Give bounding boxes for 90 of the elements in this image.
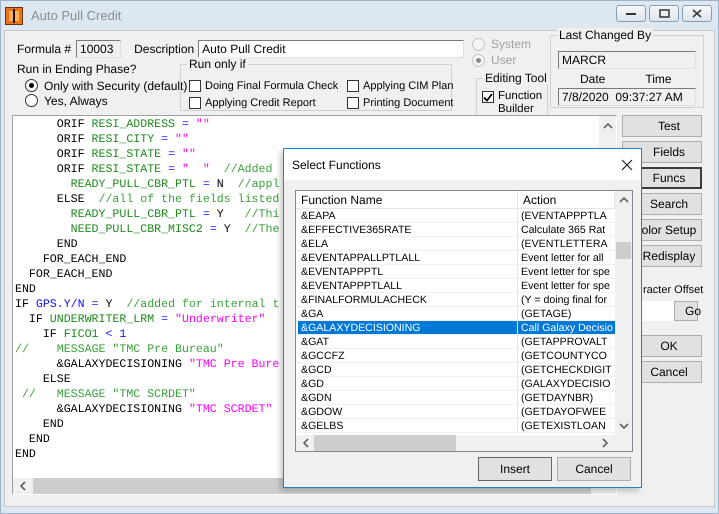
code-line: ORIF RESI_STATE = "" xyxy=(56,147,196,162)
time-label: Time xyxy=(645,72,672,86)
minimize-button[interactable] xyxy=(616,5,646,22)
list-row[interactable]: &GALAXYDECISIONING Call Galaxy Decisio xyxy=(298,321,615,335)
checkbox-label: Function Builder xyxy=(498,90,542,116)
checkbox[interactable] xyxy=(347,96,359,108)
list-row[interactable]: &EAPA (EVENTAPPPTLA xyxy=(298,209,615,223)
date-label: Date xyxy=(580,72,606,86)
side-button[interactable]: Test xyxy=(622,115,702,137)
code-line: ORIF RESI_CITY = "" xyxy=(56,132,189,147)
dialog-button[interactable]: Cancel xyxy=(557,457,631,481)
scroll-down-icon[interactable] xyxy=(618,422,628,430)
description-label: Description xyxy=(134,42,194,56)
radio-label: Yes, Always xyxy=(44,94,108,108)
list-row[interactable]: &EVENTAPPPTL Event letter for spe xyxy=(298,265,615,279)
code-line: &GALAXYDECISIONING "TMC SCRDET" xyxy=(56,402,272,417)
code-line: END xyxy=(56,237,78,252)
code-line: ELSE xyxy=(42,372,71,387)
code-line: IF GPS.Y/N = Y //added for internal t xyxy=(15,297,280,312)
code-line: FOR_EACH_END xyxy=(28,267,112,282)
scrollbar-thumb[interactable] xyxy=(616,242,631,259)
checkbox-label: Printing Document xyxy=(363,96,454,108)
checkbox-label: Applying CIM Plan xyxy=(363,80,454,92)
formula-label: Formula # xyxy=(17,42,72,56)
code-line: // MESSAGE "TMC SCRDET" xyxy=(20,387,196,402)
list-row[interactable]: &GCCFZ (GETCOUNTYCO xyxy=(298,349,615,363)
datetime-field[interactable]: 7/8/2020 09:37:27 AM xyxy=(558,88,696,106)
maximize-icon xyxy=(658,9,670,18)
scroll-right-icon[interactable] xyxy=(601,438,609,448)
app-icon xyxy=(5,6,23,24)
code-line: END xyxy=(42,417,64,432)
radio-label: Only with Security (default) xyxy=(44,78,188,92)
offset-label: racter Offset xyxy=(643,284,702,296)
radio-label: User xyxy=(491,53,516,67)
code-line: FOR_EACH_END xyxy=(42,252,126,267)
list-row[interactable]: &GAT (GETAPPROVALT xyxy=(298,335,615,349)
code-line: IF FICO1 < 1 xyxy=(42,327,126,342)
scroll-up-icon[interactable] xyxy=(602,122,612,130)
checkbox-label: Applying Credit Report xyxy=(205,96,316,108)
user-field[interactable]: MARCR xyxy=(558,51,696,69)
group-title: Editing Tool xyxy=(483,71,549,85)
list-row[interactable]: &ELA (EVENTLETTERA xyxy=(298,237,615,251)
list-row[interactable]: &GD (GALAXYDECISIO xyxy=(298,377,615,391)
go-button[interactable]: Go xyxy=(674,301,698,321)
code-line: ELSE //all of the fields listed xyxy=(56,192,280,207)
close-icon[interactable] xyxy=(621,158,633,170)
window-title: Auto Pull Credit xyxy=(31,8,122,23)
list-row[interactable]: &GELBS (GETEXISTLOAN xyxy=(298,419,615,433)
list-row[interactable]: &EVENTAPPPTLALL Event letter for spe xyxy=(298,279,615,293)
code-line: END xyxy=(15,282,36,297)
description-field[interactable]: Auto Pull Credit xyxy=(198,40,464,58)
list-row[interactable]: &GDN (GETDAYNBR) xyxy=(298,391,615,405)
code-line: IF UNDERWRITER_LRM = "Underwriter" xyxy=(28,312,266,327)
checkbox[interactable] xyxy=(189,96,201,108)
scroll-left-icon[interactable] xyxy=(19,481,27,491)
code-line: &GALAXYDECISIONING "TMC Pre Bure xyxy=(56,357,280,372)
dialog-button[interactable]: Insert xyxy=(478,457,552,481)
list-row[interactable]: &FINALFORMULACHECK (Y = doing final for xyxy=(298,293,615,307)
code-line: END xyxy=(28,432,50,447)
code-line: // MESSAGE "TMC Pre Bureau" xyxy=(15,342,224,357)
radio-button[interactable] xyxy=(25,94,38,107)
scroll-left-icon[interactable] xyxy=(302,438,310,448)
ending-phase-label: Run in Ending Phase? xyxy=(17,62,138,76)
code-line: ORIF RESI_STATE = " " //Added xyxy=(56,162,272,177)
close-icon xyxy=(692,9,702,18)
group-title: Last Changed By xyxy=(557,28,654,42)
dialog-title: Select Functions xyxy=(292,158,381,172)
column-header[interactable]: Function Name xyxy=(296,191,518,208)
list-row[interactable]: &GCD (GETCHECKDIGIT xyxy=(298,363,615,377)
radio-label: System xyxy=(491,37,532,51)
radio-button[interactable] xyxy=(25,79,38,92)
code-line: NEED_PULL_CBR_MISC2 = Y //The xyxy=(70,222,280,237)
scroll-up-icon[interactable] xyxy=(618,196,628,204)
list-row[interactable]: &GDOW (GETDAYOFWEE xyxy=(298,405,615,419)
list-row[interactable]: &EVENTAPPALLPTLALL Event letter for all xyxy=(298,251,615,265)
checkbox[interactable] xyxy=(189,80,201,92)
scrollbar-thumb[interactable] xyxy=(314,435,456,451)
code-line: READY_PULL_CBR_PTL = N //appl xyxy=(70,177,280,192)
checkbox-label: Doing Final Formula Check xyxy=(205,80,338,92)
code-line: READY_PULL_CBR_PTL = Y //Thi xyxy=(70,207,280,222)
code-line: ORIF RESI_ADDRESS = "" xyxy=(56,117,210,132)
maximize-button[interactable] xyxy=(649,5,679,22)
code-line: END xyxy=(15,447,36,462)
formula-field[interactable]: 10003 xyxy=(76,40,122,58)
checkbox[interactable] xyxy=(347,80,359,92)
minimize-icon xyxy=(626,12,636,16)
list-row[interactable]: &EFFECTIVE365RATE Calculate 365 Rat xyxy=(298,223,615,237)
group-title: Run only if xyxy=(187,57,248,71)
close-button[interactable] xyxy=(682,5,712,22)
checkbox[interactable] xyxy=(482,91,494,103)
